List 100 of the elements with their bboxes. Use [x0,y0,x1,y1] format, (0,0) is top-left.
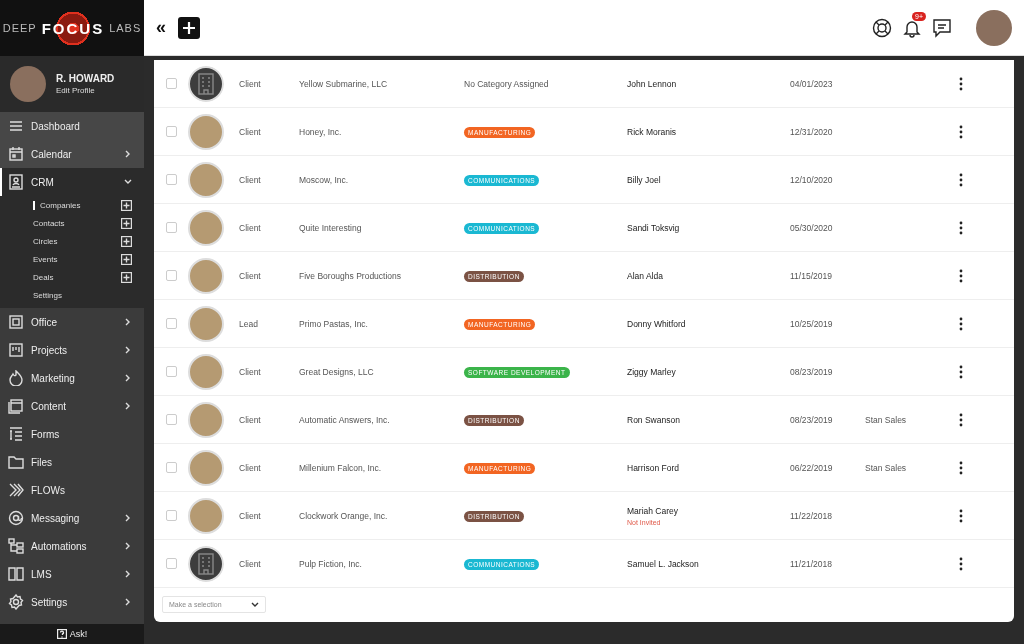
add-icon[interactable] [121,199,132,211]
table-cell-text: 06/22/2019 [790,462,834,473]
more-icon[interactable] [959,460,963,475]
sidebar-item[interactable]: LMS [0,560,144,588]
submenu-item[interactable]: Events [33,254,121,264]
contact-card-icon [8,174,24,190]
contact-link[interactable]: Mariah Carey [627,505,790,516]
more-icon[interactable] [959,268,963,283]
sidebar-item[interactable]: Files [0,448,144,476]
submenu-item[interactable]: Companies [33,200,121,210]
avatar-placeholder[interactable] [976,9,1012,46]
sidebar-item[interactable]: Projects [0,336,144,364]
help-icon [56,629,67,639]
hierarchy-icon [8,538,24,554]
sidebar-item[interactable]: Forms [0,420,144,448]
company-link[interactable]: Moscow, Inc. [299,174,464,185]
table-cell-text: Client [238,462,262,473]
table-cell-text: 10/25/2019 [790,318,834,329]
company-link[interactable]: Pulp Fiction, Inc. [299,558,464,569]
ask-button[interactable]: Ask! [0,624,144,644]
sidebar-item[interactable]: Content [0,392,144,420]
submenu-item[interactable]: Settings [33,290,132,300]
folder-icon [8,454,24,470]
add-icon[interactable] [121,217,132,229]
table-cell-text: Client [238,510,262,521]
table-cell-text: 11/21/2018 [790,558,833,569]
checkbox[interactable] [166,510,177,521]
add-icon[interactable] [178,16,200,39]
company-link[interactable]: Quite Interesting [299,222,464,233]
more-icon[interactable] [959,220,963,235]
contact-link[interactable]: Rick Moranis [627,126,790,137]
more-icon[interactable] [959,364,963,379]
table-cell-text: Client [238,270,262,281]
contact-link[interactable]: Samuel L. Jackson [627,558,790,569]
add-icon[interactable] [121,271,132,283]
more-icon[interactable] [959,76,963,91]
contact-link[interactable]: Sandi Toksvig [627,222,790,233]
add-icon[interactable] [121,235,132,247]
table-cell-text: 08/23/2019 [790,414,834,425]
more-icon[interactable] [959,508,963,523]
contact-link[interactable]: Ron Swanson [627,414,790,425]
checkbox[interactable] [166,222,177,233]
table-cell-text: Lead [238,318,259,329]
sidebar-item[interactable]: Calendar [0,140,144,168]
logo-text: LABS [109,22,142,34]
more-icon[interactable] [959,316,963,331]
contact-link[interactable]: John Lennon [627,78,790,89]
sidebar-item[interactable]: Messaging [0,504,144,532]
edit-profile-link[interactable]: Edit Profile [56,86,115,95]
company-link[interactable]: Primo Pastas, Inc. [299,318,464,329]
more-icon[interactable] [959,124,963,139]
company-link[interactable]: Clockwork Orange, Inc. [299,510,464,521]
table-cell: Stan Sales [865,414,907,425]
more-icon[interactable] [959,172,963,187]
submenu-item[interactable]: Contacts [33,218,121,228]
company-link[interactable]: Automatic Answers, Inc. [299,414,464,425]
table-cell-text: Client [238,414,262,425]
collapse-button[interactable]: « [154,17,168,38]
checkbox[interactable] [166,318,177,329]
company-link[interactable]: Great Designs, LLC [299,366,464,377]
table-cell-text: 04/01/2023 [790,78,834,89]
chat-icon[interactable] [932,17,952,38]
contact-link[interactable]: Donny Whitford [627,318,790,329]
sidebar-item[interactable]: Settings [0,588,144,616]
help-icon[interactable] [872,17,892,38]
table-cell-text: 12/31/2020 [790,126,834,137]
contact-link[interactable]: Alan Alda [627,270,790,281]
submenu-item[interactable]: Circles [33,236,121,246]
more-icon[interactable] [959,412,963,427]
board-icon [8,342,24,358]
company-link[interactable]: Yellow Submarine, LLC [299,78,464,89]
at-sign-icon [8,510,24,526]
sidebar-item[interactable]: Office [0,308,144,336]
submenu-item[interactable]: Deals [33,272,121,282]
more-icon[interactable] [959,556,963,571]
checkbox[interactable] [166,78,177,89]
checkbox[interactable] [166,558,177,569]
checkbox[interactable] [166,414,177,425]
table-cell: No Category Assigned [464,78,549,89]
checkbox[interactable] [166,462,177,473]
checkbox[interactable] [166,174,177,185]
company-link[interactable]: Honey, Inc. [299,126,464,137]
sidebar-item[interactable]: Automations [0,532,144,560]
add-icon[interactable] [121,253,132,265]
menu-icon [8,118,24,134]
company-link[interactable]: Five Boroughs Productions [299,270,464,281]
sidebar-item[interactable]: FLOWs [0,476,144,504]
sidebar-item[interactable]: Marketing [0,364,144,392]
checkbox[interactable] [166,270,177,281]
table-cell-text: Client [238,222,262,233]
flame-icon [8,370,24,386]
contact-link[interactable]: Ziggy Marley [627,366,790,377]
checkbox[interactable] [166,366,177,377]
company-link[interactable]: Millenium Falcon, Inc. [299,462,464,473]
chevrons-icon [8,482,24,498]
table-cell-text: Client [238,78,262,89]
contact-link[interactable]: Harrison Ford [627,462,790,473]
checkbox[interactable] [166,126,177,137]
contact-link[interactable]: Billy Joel [627,174,790,185]
sidebar-item[interactable]: Dashboard [0,112,144,140]
